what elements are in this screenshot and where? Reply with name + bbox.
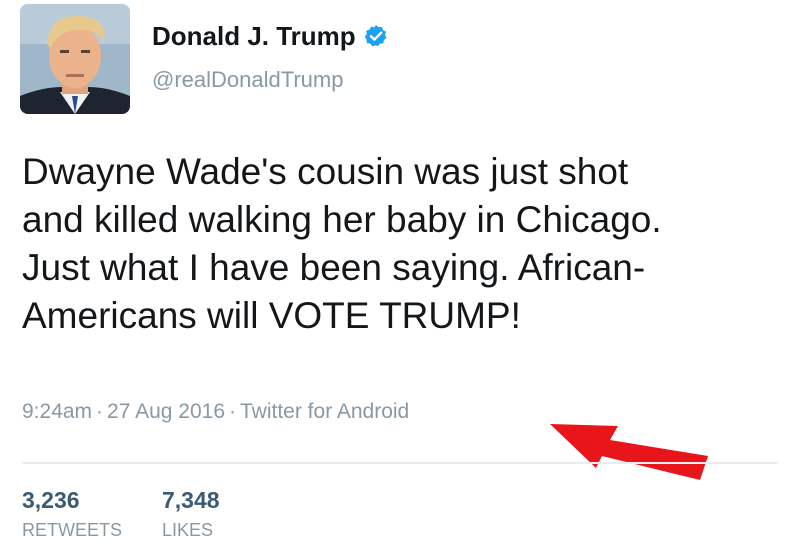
tweet-text-line: Americans will VOTE TRUMP! [22,295,521,336]
tweet-time[interactable]: 9:24am [22,400,92,423]
divider [22,462,778,464]
avatar[interactable] [20,4,130,114]
tweet-text-line: Dwayne Wade's cousin was just shot [22,151,629,192]
tweet-meta: 9:24am · 27 Aug 2016 · Twitter for Android [22,398,409,426]
likes-stat[interactable]: 7,348 LIKES [162,486,220,542]
meta-separator: · [96,400,104,423]
tweet-text: Dwayne Wade's cousin was just shot and k… [22,148,792,340]
display-name-text: Donald J. Trump [152,21,356,51]
retweets-stat[interactable]: 3,236 RETWEETS [22,486,122,542]
likes-label: LIKES [162,520,214,540]
retweets-label: RETWEETS [22,520,123,540]
tweet-source[interactable]: Twitter for Android [240,400,409,423]
tweet-text-line: and killed walking her baby in Chicago. [22,199,662,240]
retweets-count: 3,236 [22,487,80,513]
tweet-text-line: Just what I have been saying. African- [22,247,646,288]
tweet-date[interactable]: 27 Aug 2016 [107,400,225,423]
user-handle[interactable]: @realDonaldTrump [152,66,343,94]
verified-badge-icon [364,23,388,47]
meta-separator: · [229,400,236,423]
likes-count: 7,348 [162,487,220,513]
red-arrow-icon [550,424,708,480]
display-name[interactable]: Donald J. Trump [152,20,388,52]
